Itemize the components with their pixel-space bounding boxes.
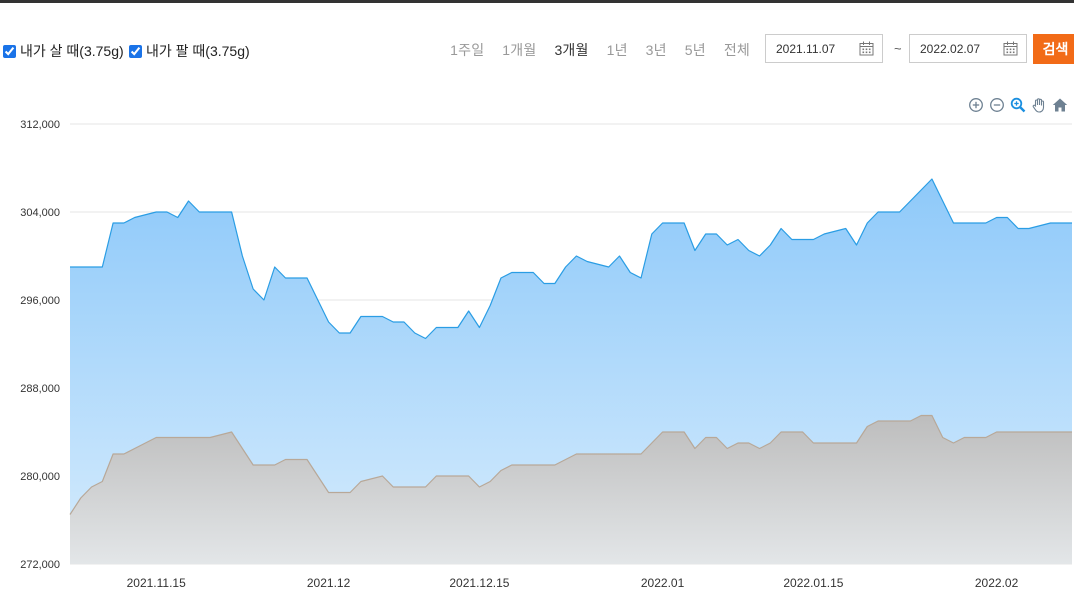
- sell-series-toggle[interactable]: 내가 팔 때(3.75g): [129, 41, 250, 61]
- sell-series-label: 내가 팔 때(3.75g): [146, 43, 250, 59]
- x-tick-label: 2021.12.15: [449, 576, 509, 590]
- gold-price-chart: 272,000 280,000 288,000 296,000 304,000 312,0…: [20, 119, 1072, 590]
- date-range-separator: ~: [894, 41, 902, 56]
- buy-series-toggle[interactable]: 내가 살 때(3.75g): [3, 41, 124, 61]
- x-tick-label: 2021.12: [307, 576, 351, 590]
- period-tab-1w[interactable]: 1주일: [450, 40, 484, 60]
- period-tab-3y[interactable]: 3년: [646, 40, 667, 60]
- x-tick-label: 2022.02: [975, 576, 1019, 590]
- period-tab-5y[interactable]: 5년: [685, 40, 706, 60]
- period-tab-all[interactable]: 전체: [724, 40, 750, 60]
- y-tick-label: 288,000: [20, 383, 60, 395]
- y-tick-label: 272,000: [20, 559, 60, 571]
- buy-series-checkbox[interactable]: [3, 44, 16, 58]
- buy-series-label: 내가 살 때(3.75g): [20, 43, 124, 59]
- start-date-value: 2021.11.07: [776, 42, 836, 56]
- top-rule: [0, 0, 1074, 3]
- y-tick-label: 304,000: [20, 207, 60, 219]
- end-date-field[interactable]: 2022.02.07: [909, 34, 1027, 63]
- x-tick-label: 2021.11.15: [127, 576, 186, 590]
- calendar-icon[interactable]: [859, 41, 874, 56]
- period-tabs: 1주일 1개월 3개월 1년 3년 5년 전체: [432, 40, 750, 60]
- period-tab-1y[interactable]: 1년: [607, 40, 628, 60]
- toolbar: 내가 살 때(3.75g) 내가 팔 때(3.75g) 1주일 1개월 3개월 …: [0, 34, 1074, 66]
- period-tab-3m[interactable]: 3개월: [554, 40, 588, 60]
- y-tick-label: 312,000: [20, 119, 60, 131]
- start-date-field[interactable]: 2021.11.07: [765, 34, 883, 63]
- x-tick-label: 2022.01: [641, 576, 685, 590]
- sell-series-checkbox[interactable]: [129, 44, 142, 58]
- search-button[interactable]: 검색: [1033, 34, 1074, 64]
- calendar-icon[interactable]: [1003, 41, 1018, 56]
- period-tab-1m[interactable]: 1개월: [502, 40, 536, 60]
- end-date-value: 2022.02.07: [920, 42, 981, 56]
- x-tick-label: 2022.01.15: [783, 576, 843, 590]
- y-tick-label: 280,000: [20, 471, 60, 483]
- y-tick-label: 296,000: [20, 295, 60, 307]
